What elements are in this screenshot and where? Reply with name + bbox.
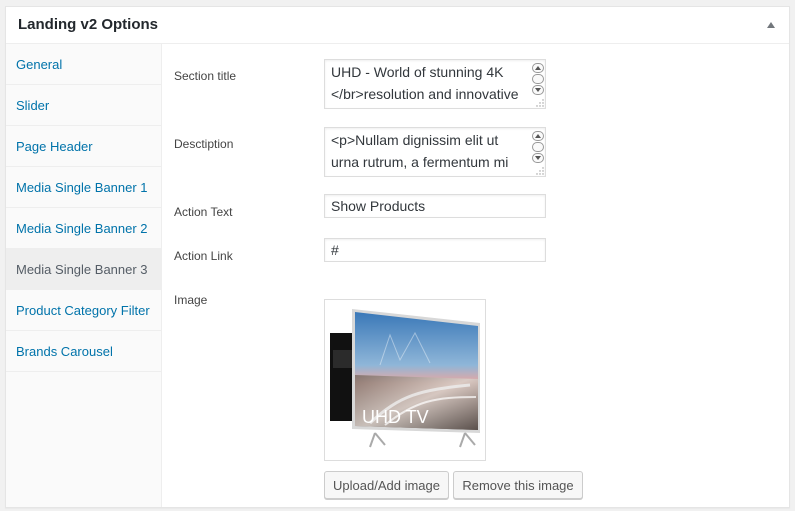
upload-image-button[interactable]: Upload/Add image — [324, 471, 449, 499]
options-panel: Section title UHD - World of stunning 4K… — [162, 44, 789, 507]
tab-media-single-banner-1[interactable]: Media Single Banner 1 — [6, 167, 161, 208]
tab-label: General — [16, 56, 63, 72]
resize-grip-icon[interactable] — [536, 99, 544, 107]
tv-image: UHD TV — [330, 309, 480, 448]
collapse-toggle[interactable] — [763, 17, 779, 33]
options-postbox: Landing v2 Options General Slider Page H… — [5, 6, 790, 508]
tab-product-category-filter[interactable]: Product Category Filter — [6, 290, 161, 331]
action-text-label: Action Text — [174, 205, 233, 219]
section-title-scrollbar[interactable] — [532, 63, 544, 97]
tab-slider[interactable]: Slider — [6, 85, 161, 126]
scroll-down-arrow-icon[interactable] — [532, 85, 544, 95]
tab-label: Slider — [16, 97, 50, 113]
action-link-input[interactable] — [324, 238, 546, 262]
tv-image-text: UHD TV — [362, 407, 429, 427]
scroll-up-arrow-icon[interactable] — [532, 63, 544, 73]
scroll-mid-handle[interactable] — [532, 74, 544, 84]
section-title-label: Section title — [174, 69, 237, 83]
tab-label: Media Single Banner 2 — [16, 220, 148, 236]
image-label: Image — [174, 293, 208, 307]
tab-media-single-banner-2[interactable]: Media Single Banner 2 — [6, 208, 161, 249]
tab-label: Product Category Filter — [16, 302, 150, 318]
tab-page-header[interactable]: Page Header — [6, 126, 161, 167]
tab-label: Page Header — [16, 138, 93, 154]
description-textarea[interactable]: <p>Nullam dignissim elit ut urna rutrum,… — [325, 128, 530, 176]
postbox-title: Landing v2 Options — [18, 16, 159, 33]
description-textarea-wrap: <p>Nullam dignissim elit ut urna rutrum,… — [324, 127, 546, 177]
postbox-header: Landing v2 Options — [6, 7, 789, 44]
scroll-down-arrow-icon[interactable] — [532, 153, 544, 163]
tab-general[interactable]: General — [6, 44, 161, 85]
triangle-up-icon — [767, 22, 775, 28]
options-tabs: General Slider Page Header Media Single … — [6, 44, 162, 507]
tab-label: Media Single Banner 1 — [16, 179, 148, 195]
remove-image-button[interactable]: Remove this image — [453, 471, 583, 499]
tab-brands-carousel[interactable]: Brands Carousel — [6, 331, 161, 372]
resize-grip-icon[interactable] — [536, 167, 544, 175]
action-text-input[interactable] — [324, 194, 546, 218]
scroll-mid-handle[interactable] — [532, 142, 544, 152]
tab-label: Brands Carousel — [16, 343, 113, 359]
description-label: Desctiption — [174, 137, 234, 151]
image-preview: UHD TV — [324, 299, 486, 461]
section-title-textarea[interactable]: UHD - World of stunning 4K </br>resoluti… — [325, 60, 530, 108]
description-scrollbar[interactable] — [532, 131, 544, 165]
tab-media-single-banner-3[interactable]: Media Single Banner 3 — [6, 249, 161, 290]
scroll-up-arrow-icon[interactable] — [532, 131, 544, 141]
tab-label: Media Single Banner 3 — [16, 261, 148, 277]
section-title-textarea-wrap: UHD - World of stunning 4K </br>resoluti… — [324, 59, 546, 109]
action-link-label: Action Link — [174, 249, 233, 263]
